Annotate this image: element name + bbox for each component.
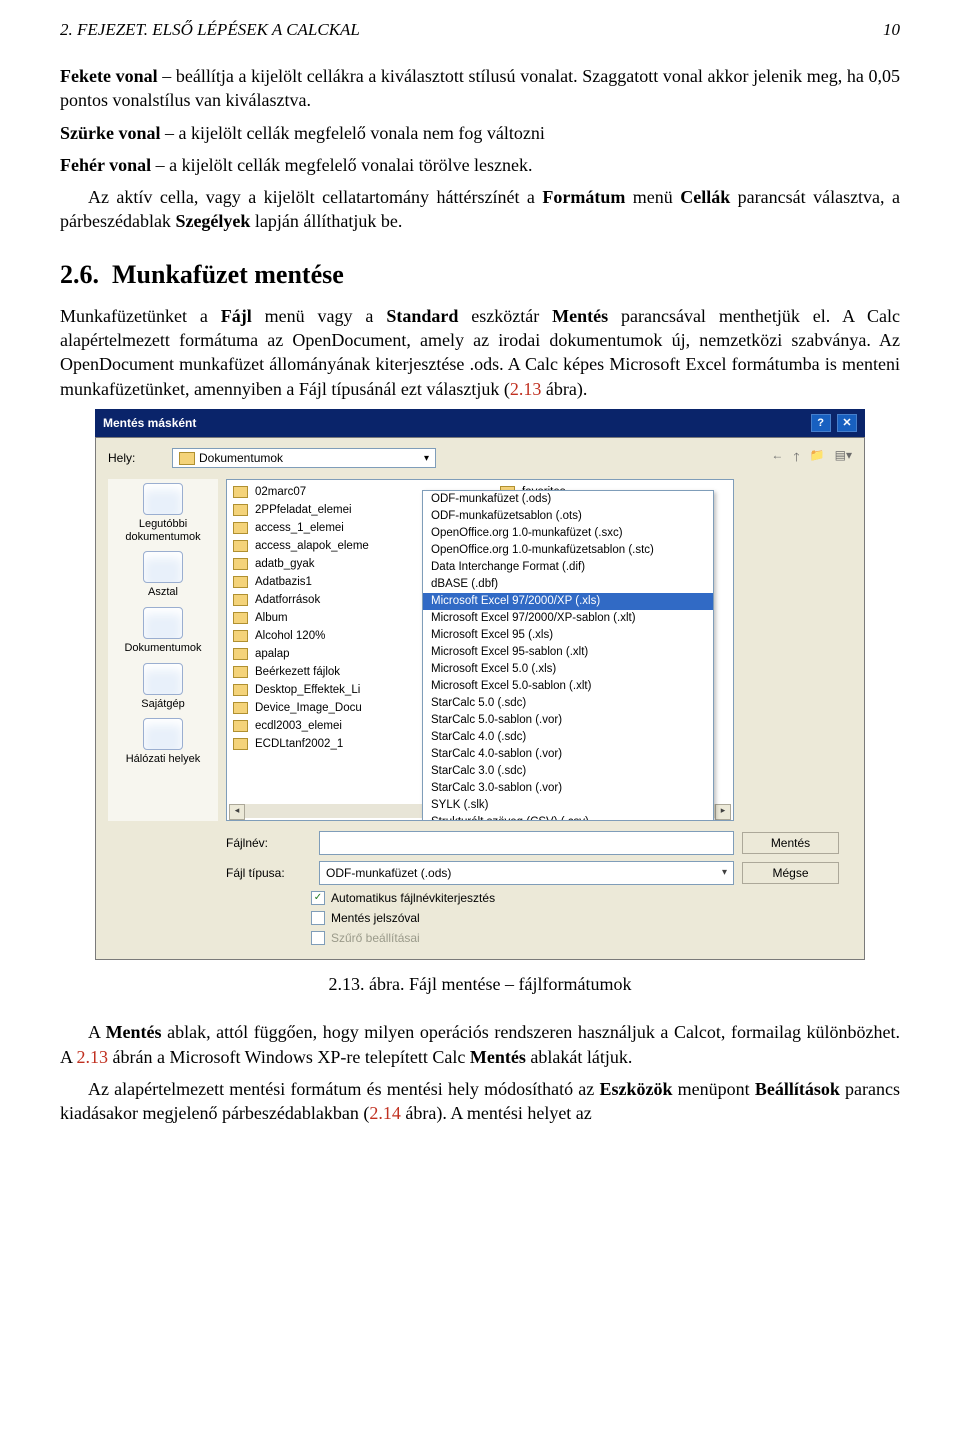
term-szurke: Szürke vonal bbox=[60, 123, 161, 143]
filetype-option[interactable]: ODF-munkafüzetsablon (.ots) bbox=[423, 508, 713, 525]
views-icon[interactable]: ▤▾ bbox=[835, 448, 852, 469]
place-icon bbox=[143, 607, 183, 639]
place-label: Sajátgép bbox=[141, 698, 184, 711]
ref-2-13b[interactable]: 2.13 bbox=[77, 1047, 109, 1067]
place-label: Dokumentumok bbox=[124, 642, 201, 655]
checkbox-icon bbox=[311, 931, 325, 945]
filetype-option[interactable]: StarCalc 3.0-sablon (.vor) bbox=[423, 780, 713, 797]
filename-label: Fájlnév: bbox=[226, 836, 311, 850]
chevron-down-icon: ▾ bbox=[424, 453, 429, 464]
location-label: Hely: bbox=[108, 451, 152, 465]
para-aktivecella: Az aktív cella, vagy a kijelölt cellatar… bbox=[60, 185, 900, 234]
place-icon bbox=[143, 663, 183, 695]
close-icon[interactable]: ✕ bbox=[837, 414, 857, 432]
filetype-option[interactable]: SYLK (.slk) bbox=[423, 797, 713, 814]
places-bar: Legutóbbi dokumentumok Asztal Dokumentumok… bbox=[108, 479, 218, 821]
back-icon[interactable]: ← bbox=[771, 448, 783, 469]
term-fekete: Fekete vonal bbox=[60, 66, 158, 86]
filetype-option[interactable]: StarCalc 4.0 (.sdc) bbox=[423, 729, 713, 746]
run-head-left: 2. FEJEZET. ELSŐ LÉPÉSEK A CALCKAL bbox=[60, 20, 360, 40]
places-item[interactable]: Asztal bbox=[143, 551, 183, 599]
filetype-option[interactable]: dBASE (.dbf) bbox=[423, 576, 713, 593]
places-item[interactable]: Hálózati helyek bbox=[126, 718, 201, 766]
file-list-pane[interactable]: 02marc07favorites2PPfeladat_elemeiek_ele… bbox=[226, 479, 734, 821]
dialog-titlebar[interactable]: Mentés másként ? ✕ bbox=[95, 409, 865, 437]
auto-extension-check[interactable]: ✓ Automatikus fájlnévkiterjesztés bbox=[311, 891, 852, 905]
para-eszkozok: Az alapértelmezett mentési formátum és m… bbox=[60, 1077, 900, 1126]
filetype-option[interactable]: Microsoft Excel 97/2000/XP-sablon (.xlt) bbox=[423, 610, 713, 627]
cancel-button[interactable]: Mégse bbox=[742, 862, 839, 884]
para-feher: Fehér vonal – a kijelölt cellák megfelel… bbox=[60, 153, 900, 177]
places-item[interactable]: Legutóbbi dokumentumok bbox=[108, 483, 218, 543]
filetype-option[interactable]: StarCalc 5.0-sablon (.vor) bbox=[423, 712, 713, 729]
save-as-dialog: Mentés másként ? ✕ Hely: Dokumentumok ▾ … bbox=[95, 409, 865, 960]
filetype-option[interactable]: ODF-munkafüzet (.ods) bbox=[423, 491, 713, 508]
scroll-right-icon[interactable]: ▸ bbox=[715, 804, 731, 820]
page-number: 10 bbox=[883, 20, 900, 40]
filetype-option[interactable]: Microsoft Excel 5.0 (.xls) bbox=[423, 661, 713, 678]
folder-icon bbox=[179, 452, 195, 465]
scroll-left-icon[interactable]: ◂ bbox=[229, 804, 245, 820]
filetype-dropdown[interactable]: ODF-munkafüzet (.ods)ODF-munkafüzetsablo… bbox=[422, 490, 714, 821]
checkbox-icon: ✓ bbox=[311, 891, 325, 905]
place-label: Legutóbbi dokumentumok bbox=[108, 518, 218, 543]
filetype-option[interactable]: Strukturált szöveg (CSV) (.csv) bbox=[423, 814, 713, 821]
filetype-option[interactable]: Data Interchange Format (.dif) bbox=[423, 559, 713, 576]
place-icon bbox=[143, 551, 183, 583]
para-szurke: Szürke vonal – a kijelölt cellák megfele… bbox=[60, 121, 900, 145]
filetype-option[interactable]: Microsoft Excel 97/2000/XP (.xls) bbox=[423, 593, 713, 610]
filetype-option[interactable]: StarCalc 3.0 (.sdc) bbox=[423, 763, 713, 780]
new-folder-icon[interactable]: 📁 bbox=[810, 448, 825, 469]
help-icon[interactable]: ? bbox=[811, 414, 831, 432]
para-munkafuzet: Munkafüzetünket a Fájl menü vagy a Stand… bbox=[60, 304, 900, 401]
checkbox-icon bbox=[311, 911, 325, 925]
ref-2-13[interactable]: 2.13 bbox=[510, 379, 542, 399]
filetype-option[interactable]: OpenOffice.org 1.0-munkafüzet (.sxc) bbox=[423, 525, 713, 542]
places-item[interactable]: Dokumentumok bbox=[124, 607, 201, 655]
password-check[interactable]: Mentés jelszóval bbox=[311, 911, 852, 925]
location-combo[interactable]: Dokumentumok ▾ bbox=[172, 448, 436, 468]
dialog-title: Mentés másként bbox=[103, 416, 196, 430]
filetype-option[interactable]: StarCalc 4.0-sablon (.vor) bbox=[423, 746, 713, 763]
place-icon bbox=[143, 483, 183, 515]
para-fekete: Fekete vonal – beállítja a kijelölt cell… bbox=[60, 64, 900, 113]
filetype-option[interactable]: StarCalc 5.0 (.sdc) bbox=[423, 695, 713, 712]
filetype-option[interactable]: Microsoft Excel 95 (.xls) bbox=[423, 627, 713, 644]
filetype-label: Fájl típusa: bbox=[226, 866, 311, 880]
section-heading: 2.6. Munkafüzet mentése bbox=[60, 260, 900, 290]
places-item[interactable]: Sajátgép bbox=[141, 663, 184, 711]
figure-caption: 2.13. ábra. Fájl mentése – fájlformátumo… bbox=[60, 972, 900, 996]
filetype-combo[interactable]: ODF-munkafüzet (.ods) bbox=[319, 861, 734, 885]
save-button[interactable]: Mentés bbox=[742, 832, 839, 854]
place-label: Asztal bbox=[148, 586, 178, 599]
place-icon bbox=[143, 718, 183, 750]
filename-input[interactable] bbox=[319, 831, 734, 855]
place-label: Hálózati helyek bbox=[126, 753, 201, 766]
ref-2-14[interactable]: 2.14 bbox=[369, 1103, 401, 1123]
filter-settings-check: Szűrő beállításai bbox=[311, 931, 852, 945]
filetype-option[interactable]: Microsoft Excel 5.0-sablon (.xlt) bbox=[423, 678, 713, 695]
term-feher: Fehér vonal bbox=[60, 155, 151, 175]
filetype-option[interactable]: Microsoft Excel 95-sablon (.xlt) bbox=[423, 644, 713, 661]
up-icon[interactable]: 🡑 bbox=[793, 448, 799, 469]
para-mentes-ablak: A Mentés ablak, attól függően, hogy mily… bbox=[60, 1020, 900, 1069]
running-head: 2. FEJEZET. ELSŐ LÉPÉSEK A CALCKAL 10 bbox=[60, 20, 900, 40]
filetype-option[interactable]: OpenOffice.org 1.0-munkafüzetsablon (.st… bbox=[423, 542, 713, 559]
